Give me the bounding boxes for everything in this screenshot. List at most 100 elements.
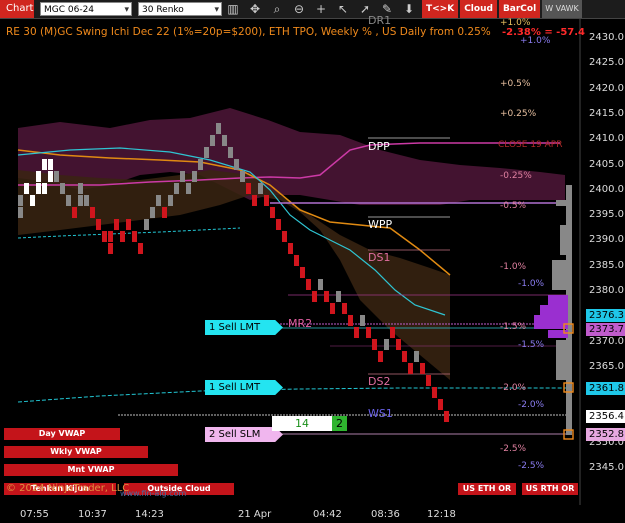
price-box: 2373.7 — [586, 323, 625, 336]
down-arrow-icon[interactable]: ⬇ — [398, 0, 420, 18]
renko-brick — [264, 195, 269, 206]
daily-pct: -2.5% — [518, 461, 545, 471]
renko-brick — [300, 267, 305, 278]
renko-brick — [174, 183, 179, 194]
magnify-icon[interactable]: ⌕ — [266, 0, 288, 18]
renko-brick — [270, 207, 275, 218]
dpp-label: DPP — [368, 140, 390, 153]
weekly-pct: -2.5% — [500, 444, 527, 454]
period-selector[interactable]: 30 Renko — [138, 2, 222, 17]
us-eth-or-button[interactable]: US ETH OR — [458, 483, 516, 495]
renko-brick — [48, 171, 53, 182]
copyright: © 2024 NinjaTrader, LLC — [6, 483, 130, 494]
renko-brick — [378, 351, 383, 362]
renko-brick — [444, 411, 449, 422]
renko-brick — [54, 171, 59, 182]
renko-brick — [342, 303, 347, 314]
renko-brick — [204, 147, 209, 158]
cyan-lower-line — [17, 387, 570, 403]
renko-brick — [126, 219, 131, 230]
chart-tab[interactable]: Chart — [0, 0, 34, 18]
renko-brick — [324, 291, 329, 302]
renko-brick — [192, 171, 197, 182]
daily-pct: -1.5% — [518, 340, 545, 350]
tk-button[interactable]: T<>K — [422, 0, 459, 18]
watermark: www.fin-alg.com — [120, 489, 187, 498]
toolbar: Chart MGC 06-24 30 Renko ▥ ✥ ⌕ ⊖ + ↖ ➚ ✎… — [0, 0, 625, 19]
renko-brick — [258, 183, 263, 194]
price-tick: 2405.0 — [589, 158, 624, 170]
renko-brick — [108, 231, 113, 242]
price-tick: 2365.0 — [589, 360, 624, 372]
renko-brick — [408, 363, 413, 374]
weekly-pct: +1.0% — [500, 18, 531, 28]
renko-brick — [102, 231, 107, 242]
bar-chart-icon[interactable]: ▥ — [222, 0, 244, 18]
cloud-button[interactable]: Cloud — [460, 0, 497, 18]
renko-brick — [144, 219, 149, 230]
renko-brick — [438, 399, 443, 410]
renko-brick — [180, 171, 185, 182]
renko-brick — [234, 159, 239, 170]
day-vwap-button[interactable]: Day VWAP — [4, 428, 120, 440]
wpp-label: WPP — [368, 218, 393, 231]
wkly-vwap-button[interactable]: Wkly VWAP — [4, 446, 148, 458]
price-tick: 2430.0 — [589, 32, 624, 43]
renko-brick — [210, 135, 215, 146]
renko-brick — [84, 195, 89, 206]
price-tick: 2390.0 — [589, 234, 624, 246]
barcol-button[interactable]: BarCol — [498, 0, 541, 18]
price-tick: 2385.0 — [589, 259, 624, 271]
price-tick: 2420.0 — [589, 82, 624, 94]
sell-lmt-order-2[interactable]: 1 Sell LMT — [205, 380, 283, 395]
position-count: 2 — [332, 416, 347, 431]
weekly-pct: -2.0% — [500, 383, 527, 393]
renko-brick — [18, 207, 23, 218]
renko-brick — [138, 243, 143, 254]
weekly-pct: -1.5% — [500, 322, 527, 332]
price-tick: 2425.0 — [589, 57, 624, 69]
mr2-label: MR2 — [288, 317, 313, 330]
renko-brick — [396, 339, 401, 350]
renko-brick — [24, 183, 29, 194]
renko-brick — [114, 219, 119, 230]
dr1-label: DR1 — [368, 14, 392, 27]
mnt-vwap-button[interactable]: Mnt VWAP — [4, 464, 178, 476]
cursor-icon[interactable]: ↖ — [332, 0, 354, 18]
ws1-label: WS1 — [368, 407, 393, 420]
zoom-out-icon[interactable]: ⊖ — [288, 0, 310, 18]
renko-brick — [78, 195, 83, 206]
wvawk-button[interactable]: W VAWK — [542, 0, 582, 18]
instrument-selector[interactable]: MGC 06-24 — [40, 2, 132, 17]
renko-brick — [414, 351, 419, 362]
weekly-pct: -0.25% — [500, 171, 532, 181]
renko-brick — [78, 183, 83, 194]
time-label: 08:36 — [371, 509, 400, 520]
us-rth-or-button[interactable]: US RTH OR — [522, 483, 578, 495]
renko-brick — [276, 219, 281, 230]
order-quantity-field[interactable]: 14 — [272, 416, 332, 431]
renko-brick — [288, 243, 293, 254]
crosshair-icon[interactable]: ✥ — [244, 0, 266, 18]
close-label: CLOSE 19 APR — [498, 140, 563, 150]
renko-brick — [96, 219, 101, 230]
price-box: 2376.3 — [586, 309, 625, 322]
price-box: 2361.8 — [586, 382, 625, 395]
renko-brick — [318, 279, 323, 290]
renko-brick — [246, 183, 251, 194]
renko-brick — [336, 291, 341, 302]
renko-brick — [30, 195, 35, 206]
renko-brick — [66, 195, 71, 206]
renko-brick — [36, 171, 41, 182]
sell-lmt-order-1[interactable]: 1 Sell LMT — [205, 320, 283, 335]
time-label: 10:37 — [78, 509, 107, 520]
plus-icon[interactable]: + — [310, 0, 332, 18]
renko-brick — [60, 183, 65, 194]
price-tick: 2380.0 — [589, 285, 624, 296]
renko-brick — [252, 195, 257, 206]
renko-brick — [90, 207, 95, 218]
daily-pct: +1.0% — [520, 36, 551, 46]
weekly-pct: -0.5% — [500, 201, 527, 211]
price-tick: 2400.0 — [589, 183, 624, 195]
time-label: 07:55 — [20, 509, 49, 520]
